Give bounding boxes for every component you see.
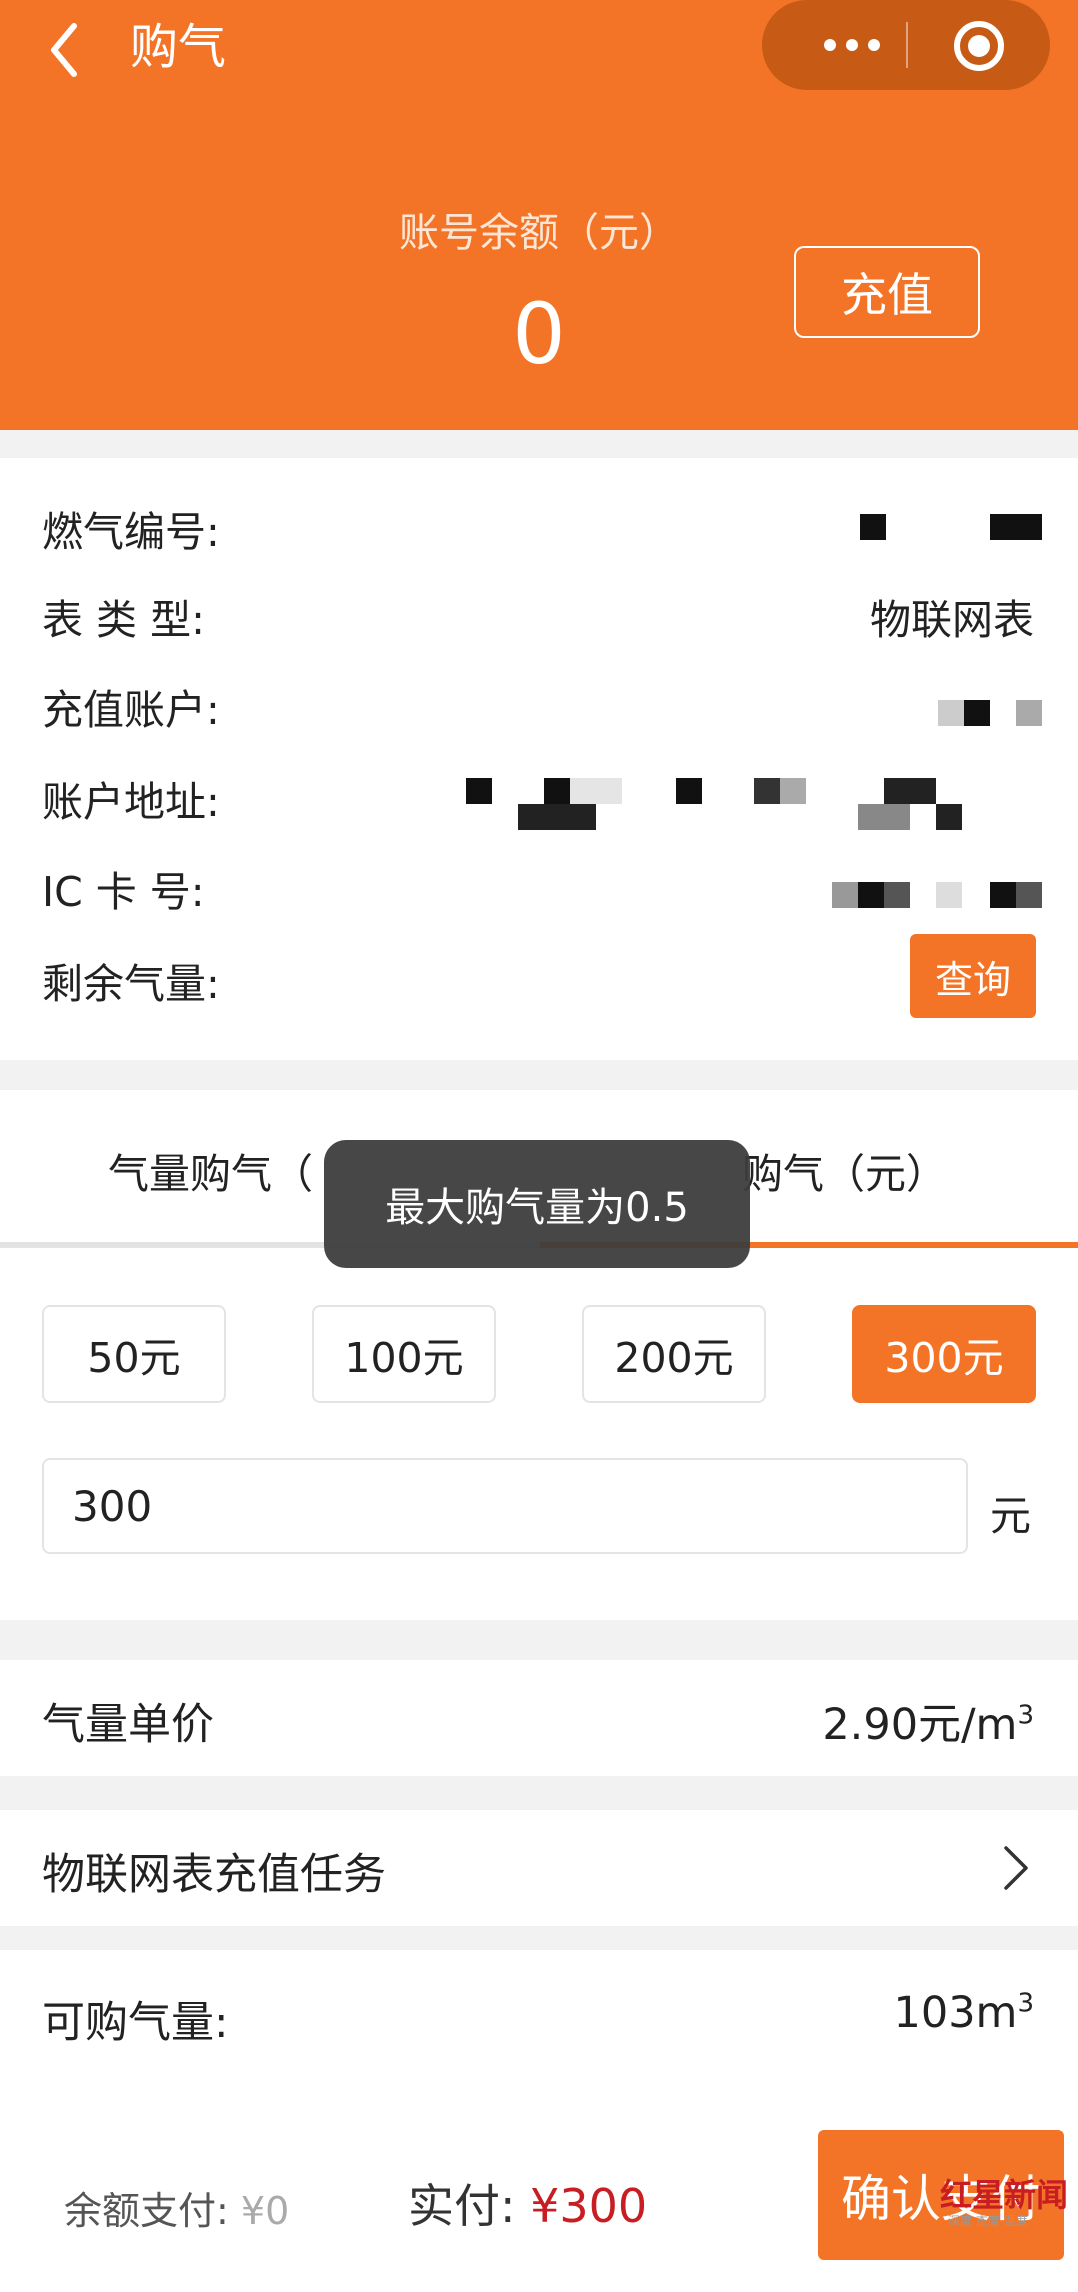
meter-type-label: 表 类 型: (42, 596, 205, 644)
back-button[interactable] (40, 12, 90, 82)
redacted-block (990, 514, 1042, 540)
query-button[interactable]: 查询 (910, 934, 1036, 1018)
balance-pay: 余额支付: ¥0 (64, 2189, 290, 2233)
amount-option-300[interactable]: 300元 (852, 1305, 1036, 1403)
meter-type-value: 物联网表 (870, 596, 1034, 644)
redacted-block (570, 778, 622, 804)
close-mini-program-icon[interactable] (954, 21, 1004, 71)
mini-program-capsule (762, 0, 1050, 90)
toast-message: 最大购气量为0.5 (324, 1140, 750, 1268)
redacted-block (858, 882, 884, 908)
chevron-left-icon (51, 23, 77, 77)
unit-price-label: 气量单价 (42, 1700, 214, 1750)
redacted-block (1016, 882, 1042, 908)
redacted-block (780, 778, 806, 804)
redacted-block (676, 778, 702, 804)
recharge-button[interactable]: 充值 (794, 246, 980, 338)
iot-recharge-task-row[interactable]: 物联网表充值任务 (0, 1810, 1078, 1926)
redacted-block (860, 514, 886, 540)
redacted-block (466, 778, 492, 804)
redacted-block (990, 882, 1016, 908)
redacted-block (884, 882, 910, 908)
gas-number-label: 燃气编号: (42, 508, 220, 556)
remaining-gas-label: 剩余气量: (42, 960, 220, 1008)
page-title: 购气 (130, 19, 227, 75)
account-address-label: 账户地址: (42, 778, 220, 826)
actual-payment: 实付: ¥300 (408, 2179, 648, 2233)
payment-bar: 余额支付: ¥0 实付: ¥300 确认支付 (0, 2090, 1078, 2292)
redacted-block (936, 882, 962, 908)
chevron-right-icon (1004, 1846, 1028, 1890)
unit-price-value: 2.90元/m3 (822, 1700, 1034, 1750)
redacted-block (938, 700, 964, 726)
amount-option-100[interactable]: 100元 (312, 1305, 496, 1403)
redacted-block (884, 778, 936, 804)
unit-price-row: 气量单价 2.90元/m3 (0, 1660, 1078, 1776)
redacted-block (936, 804, 962, 830)
amount-input[interactable]: 300 (42, 1458, 968, 1554)
ic-card-label: IC 卡 号: (42, 868, 205, 916)
iot-recharge-task-label: 物联网表充值任务 (42, 1850, 386, 1900)
redacted-block (1016, 700, 1042, 726)
header-banner: 购气 账号余额（元） 0 充值 (0, 0, 1078, 430)
available-gas-value: 103m3 (893, 1988, 1034, 2038)
redacted-block (832, 882, 858, 908)
tab-amount[interactable]: 购气（元） (742, 1140, 947, 1200)
amount-unit: 元 (990, 1492, 1031, 1540)
watermark-tagline: 深度 态度 温度 (948, 2214, 1028, 2228)
available-gas-label: 可购气量: (42, 1998, 229, 2048)
redacted-block (544, 778, 570, 804)
capsule-divider (906, 22, 908, 68)
redacted-block (964, 700, 990, 726)
amount-option-200[interactable]: 200元 (582, 1305, 766, 1403)
redacted-block (858, 804, 910, 830)
redacted-block (518, 804, 596, 830)
account-info-card: 燃气编号: 表 类 型: 物联网表 充值账户: 账户地址: IC 卡 号: 剩余… (0, 458, 1078, 1060)
amount-option-50[interactable]: 50元 (42, 1305, 226, 1403)
tab-gas-volume[interactable]: 气量购气（ (108, 1140, 313, 1200)
redacted-block (754, 778, 780, 804)
more-icon[interactable] (802, 0, 902, 90)
watermark-logo: 红星新闻 (940, 2176, 1069, 2214)
recharge-account-label: 充值账户: (42, 686, 220, 734)
